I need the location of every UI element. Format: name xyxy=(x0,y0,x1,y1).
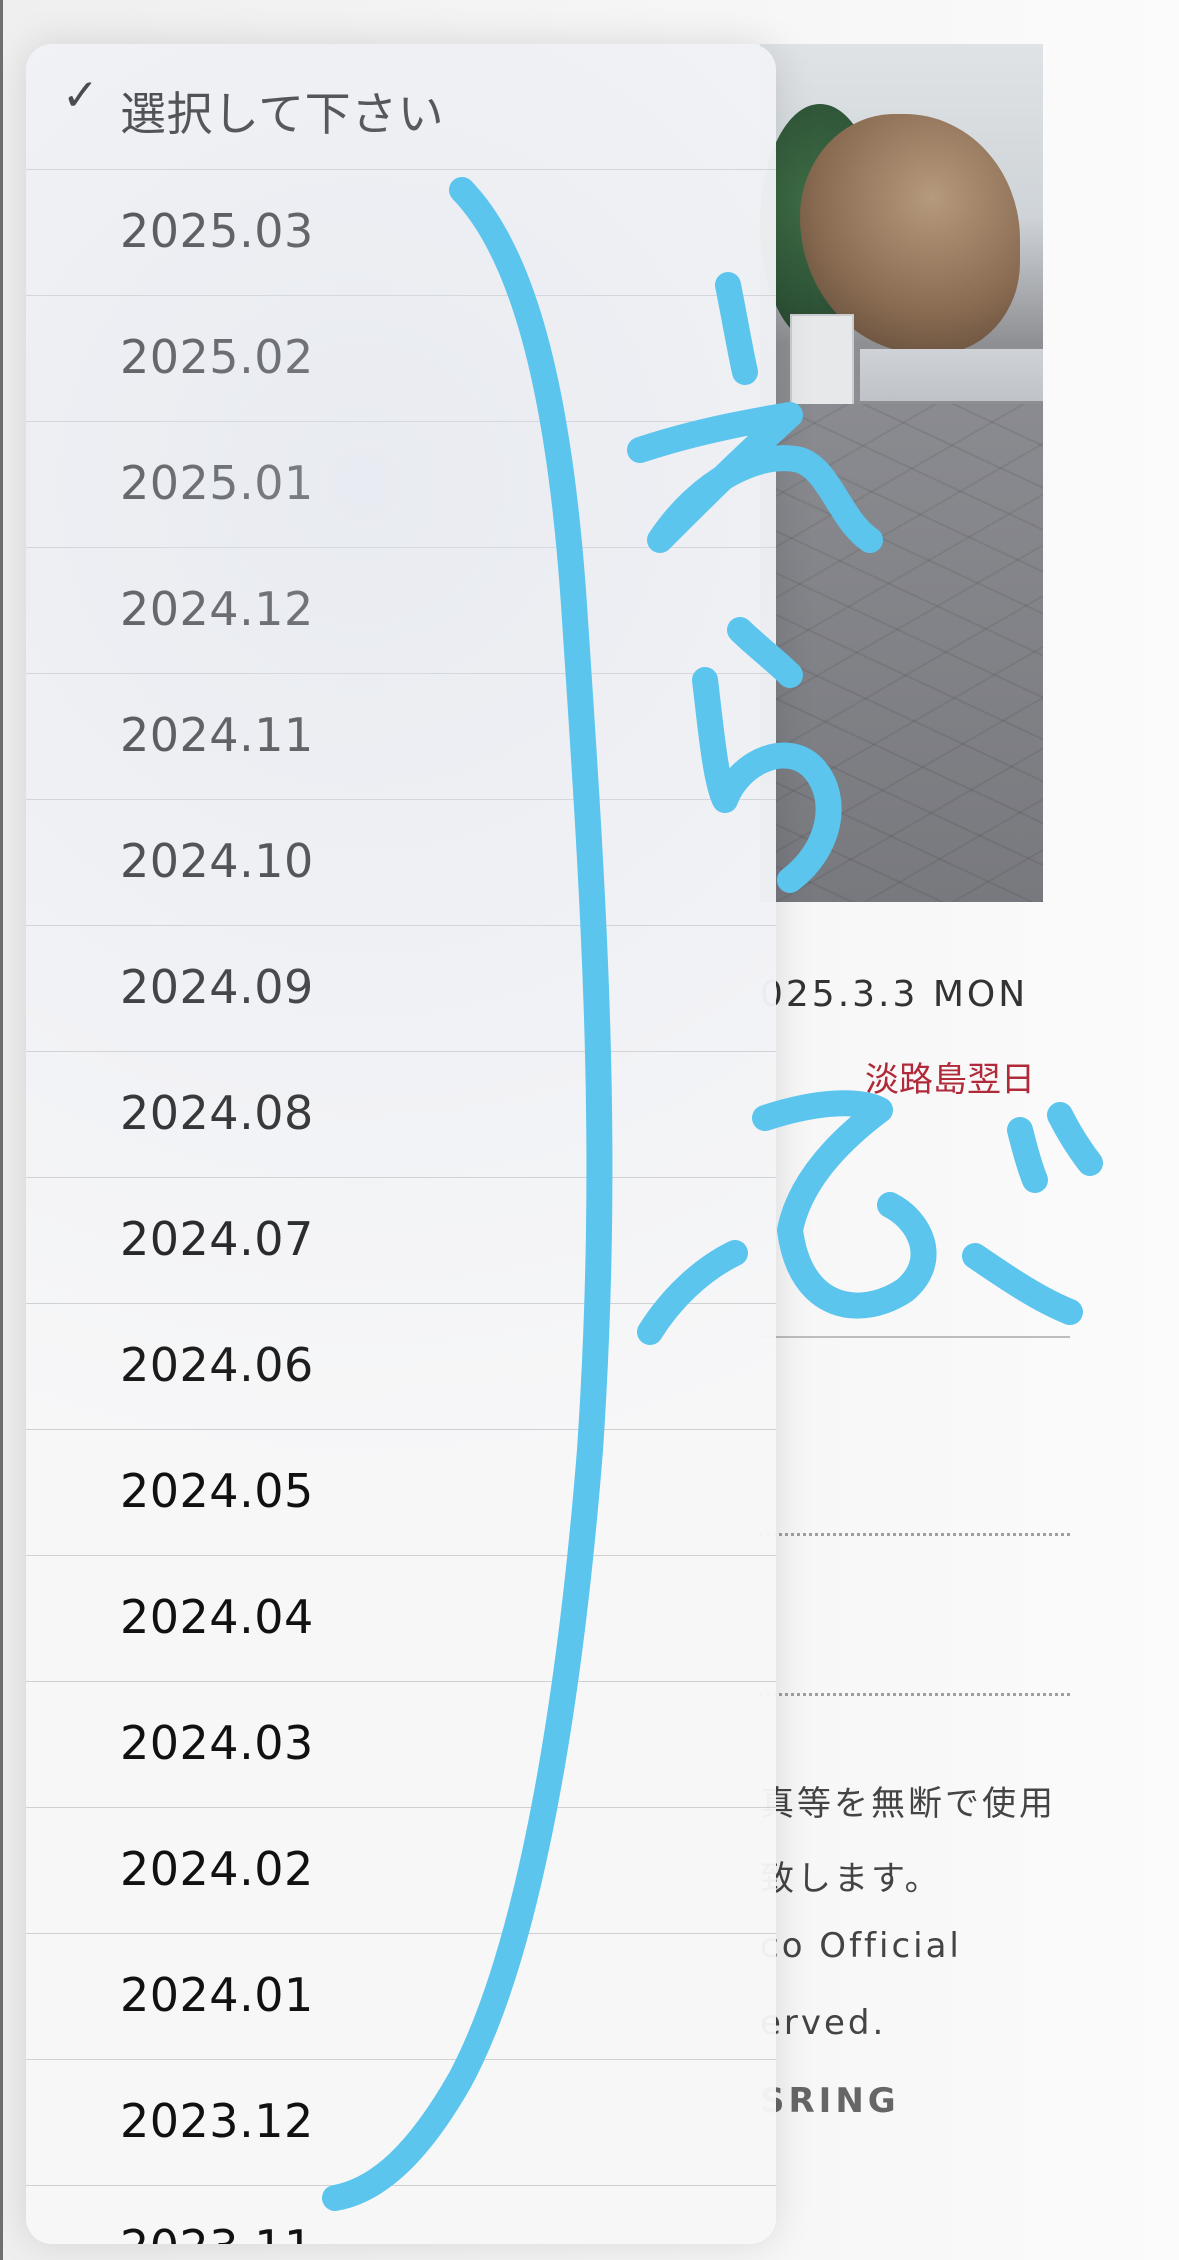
footer-line: co Official xyxy=(760,1926,962,1966)
option-label: 2024.12 xyxy=(120,582,314,636)
dropdown-option[interactable]: 2024.02 xyxy=(26,1808,776,1934)
checkmark-icon: ✓ xyxy=(62,70,99,121)
option-label: 2025.02 xyxy=(120,330,314,384)
dropdown-option[interactable]: 2025.03 xyxy=(26,170,776,296)
option-label: 2024.05 xyxy=(120,1464,314,1518)
dropdown-option[interactable]: 2023.12 xyxy=(26,2060,776,2186)
option-label: 2024.11 xyxy=(120,708,314,762)
footer-line: erved. xyxy=(760,2003,887,2043)
dropdown-option[interactable]: 2025.01 xyxy=(26,422,776,548)
dropdown-option[interactable]: 2024.06 xyxy=(26,1304,776,1430)
post-date: 025.3.3 MON xyxy=(760,974,1029,1015)
dropdown-option[interactable]: 2024.09 xyxy=(26,926,776,1052)
dropdown-option[interactable]: 2024.10 xyxy=(26,800,776,926)
footer-line: 致します。 xyxy=(760,1859,942,1899)
dropdown-option[interactable]: 2023.11 xyxy=(26,2186,776,2244)
dropdown-option[interactable]: 2025.02 xyxy=(26,296,776,422)
option-label: 選択して下さい xyxy=(120,87,445,141)
option-label: 2024.09 xyxy=(120,960,314,1014)
dotted-divider xyxy=(760,1533,1070,1536)
photo-pavement xyxy=(760,404,1043,902)
option-label: 2024.10 xyxy=(120,834,314,888)
dropdown-option[interactable]: 2024.12 xyxy=(26,548,776,674)
photo-railing xyxy=(860,349,1043,401)
dropdown-option[interactable]: 2024.08 xyxy=(26,1052,776,1178)
divider xyxy=(760,1336,1070,1338)
post-title[interactable]: 淡路島翌日 xyxy=(740,1052,1035,1101)
post-photo[interactable] xyxy=(760,44,1043,902)
dropdown-option[interactable]: 2024.03 xyxy=(26,1682,776,1808)
footer-line: SRING xyxy=(760,2081,900,2121)
option-label: 2023.12 xyxy=(120,2094,314,2148)
option-label: 2024.04 xyxy=(120,1590,314,1644)
option-label: 2023.11 xyxy=(120,2220,314,2244)
option-label: 2024.07 xyxy=(120,1212,314,1266)
dropdown-option-selected[interactable]: ✓ 選択して下さい xyxy=(26,44,776,170)
option-label: 2024.08 xyxy=(120,1086,314,1140)
option-label: 2025.01 xyxy=(120,456,314,510)
option-label: 2024.02 xyxy=(120,1842,314,1896)
dropdown-option[interactable]: 2024.01 xyxy=(26,1934,776,2060)
dropdown-option[interactable]: 2024.05 xyxy=(26,1430,776,1556)
option-label: 2024.03 xyxy=(120,1716,314,1770)
screen-edge xyxy=(0,0,3,2260)
dotted-divider xyxy=(760,1693,1070,1696)
month-select-dropdown[interactable]: ✓ 選択して下さい 2025.03 2025.02 2025.01 2024.1… xyxy=(26,44,776,2244)
footer-line: 真等を無断で使用 xyxy=(760,1784,1056,1824)
option-label: 2024.01 xyxy=(120,1968,314,2022)
option-label: 2024.06 xyxy=(120,1338,314,1392)
dropdown-option[interactable]: 2024.11 xyxy=(26,674,776,800)
option-label: 2025.03 xyxy=(120,204,314,258)
dropdown-option[interactable]: 2024.07 xyxy=(26,1178,776,1304)
dropdown-option[interactable]: 2024.04 xyxy=(26,1556,776,1682)
